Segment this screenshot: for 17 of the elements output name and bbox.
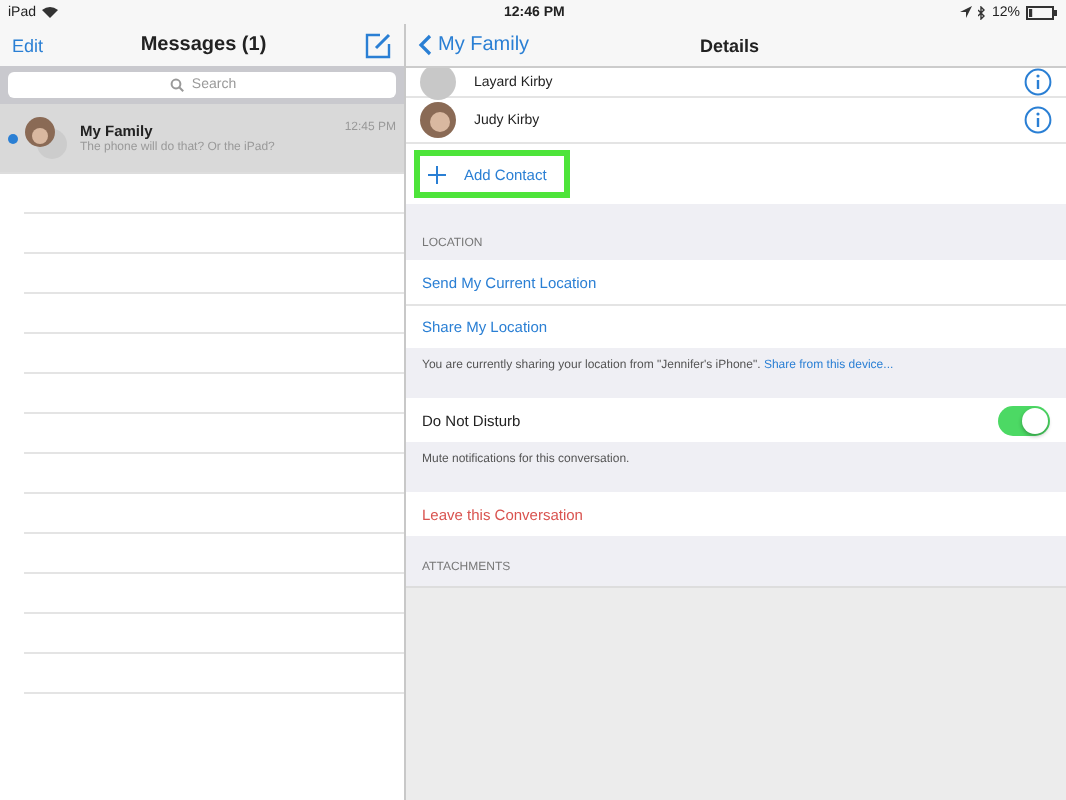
back-button[interactable]: My Family bbox=[418, 34, 530, 56]
info-icon[interactable] bbox=[1024, 68, 1052, 96]
group-avatar-icon bbox=[24, 116, 68, 160]
unread-dot bbox=[8, 133, 18, 143]
battery-icon bbox=[1026, 5, 1058, 19]
list-title: Messages (1) bbox=[140, 34, 267, 56]
bluetooth-icon bbox=[977, 5, 986, 19]
info-icon[interactable] bbox=[1024, 106, 1052, 134]
search-icon bbox=[170, 78, 184, 92]
location-icon bbox=[959, 6, 972, 18]
compose-icon[interactable] bbox=[363, 31, 392, 59]
details-title: Details bbox=[700, 35, 760, 55]
wifi-icon bbox=[42, 6, 59, 18]
edit-button[interactable]: Edit bbox=[12, 35, 44, 55]
back-chevron-icon bbox=[418, 34, 432, 56]
plus-icon bbox=[428, 165, 446, 183]
toggle-switch[interactable] bbox=[998, 405, 1050, 435]
